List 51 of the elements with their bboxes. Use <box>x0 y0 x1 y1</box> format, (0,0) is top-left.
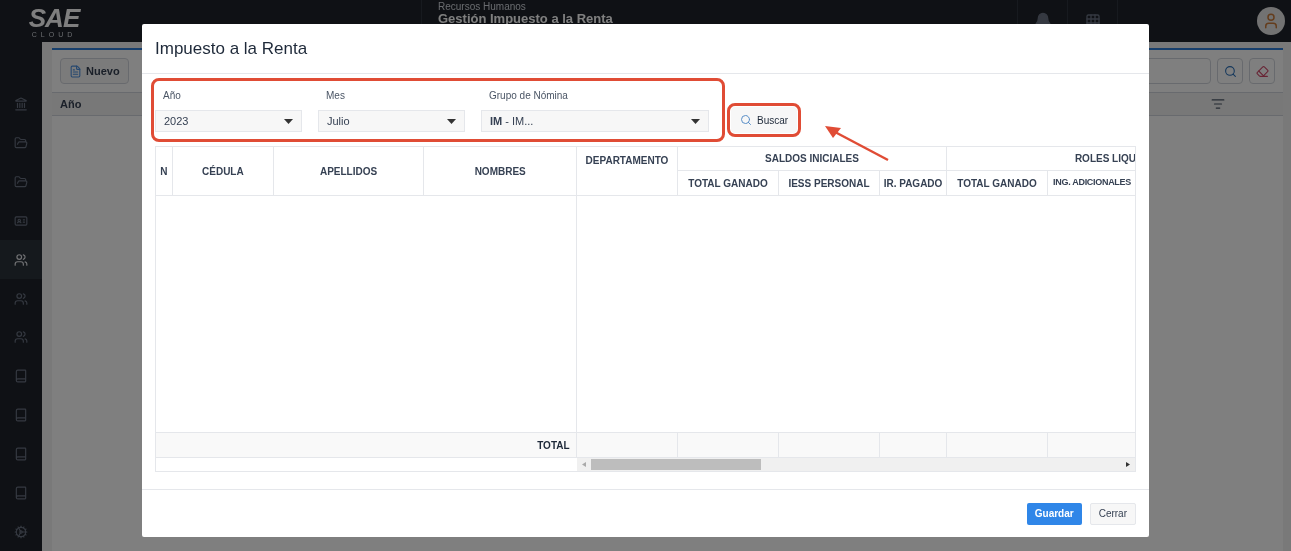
book-icon <box>14 446 28 461</box>
modal-title: Impuesto a la Renta <box>155 37 308 60</box>
column-header: N <box>156 147 173 195</box>
eraser-icon <box>1255 64 1269 78</box>
avatar[interactable] <box>1257 7 1285 35</box>
caret-icon <box>447 118 456 124</box>
caret-icon <box>284 118 293 124</box>
select-field[interactable]: 2023 <box>155 110 302 132</box>
gears-icon <box>14 524 28 539</box>
book-icon <box>14 408 28 423</box>
book-icon <box>14 485 28 500</box>
breadcrumb: Recursos Humanos <box>438 2 527 12</box>
select-field[interactable]: Julio <box>318 110 465 132</box>
users-icon <box>14 291 28 306</box>
eraser-button[interactable] <box>1249 58 1275 84</box>
column-header: IR. PAGADO <box>882 176 944 191</box>
column-group-header: SALDOS INICIALES <box>765 152 859 166</box>
page-title: Gestión Impuesto a la Renta <box>438 12 613 25</box>
folder-icon <box>14 136 28 151</box>
column-group-header: ROLES LIQU <box>1074 152 1135 166</box>
bank-icon <box>14 97 28 112</box>
search-icon <box>740 114 752 126</box>
filter-icon[interactable] <box>1211 97 1225 111</box>
column-header: IESS PERSONAL <box>779 171 880 195</box>
column-header: NOMBRES <box>473 164 527 179</box>
field-label: Año <box>163 89 182 103</box>
new-button[interactable]: Nuevo <box>60 58 129 84</box>
column-header: DEPARTAMENTO <box>577 147 678 195</box>
close-button[interactable]: Cerrar <box>1089 502 1136 525</box>
horizontal-scrollbar[interactable] <box>576 458 1135 471</box>
users-icon <box>14 252 28 267</box>
save-button[interactable]: Guardar <box>1026 502 1082 525</box>
document-icon <box>69 64 82 78</box>
column-header: Año <box>60 96 82 112</box>
search-button[interactable] <box>1217 58 1243 84</box>
column-header: ING. ADICIONALES <box>1052 176 1132 190</box>
sidebar-item[interactable] <box>0 240 42 280</box>
column-header: TOTAL GANADO <box>947 171 1048 195</box>
column-header: TOTAL GANADO <box>678 171 779 195</box>
caret-icon <box>691 118 700 124</box>
column-header: APELLIDOS <box>273 147 425 195</box>
column-header: CÉDULA <box>172 147 274 195</box>
search-icon <box>1223 64 1237 78</box>
id-card-icon <box>14 213 28 228</box>
users-icon <box>14 330 28 345</box>
folder-icon <box>14 175 28 190</box>
field-label: Mes <box>326 89 346 103</box>
total-label: TOTAL <box>156 433 577 457</box>
select-field[interactable]: IM - IM... <box>481 110 709 132</box>
book-icon <box>14 369 28 384</box>
field-label: Grupo de Nómina <box>489 89 569 103</box>
